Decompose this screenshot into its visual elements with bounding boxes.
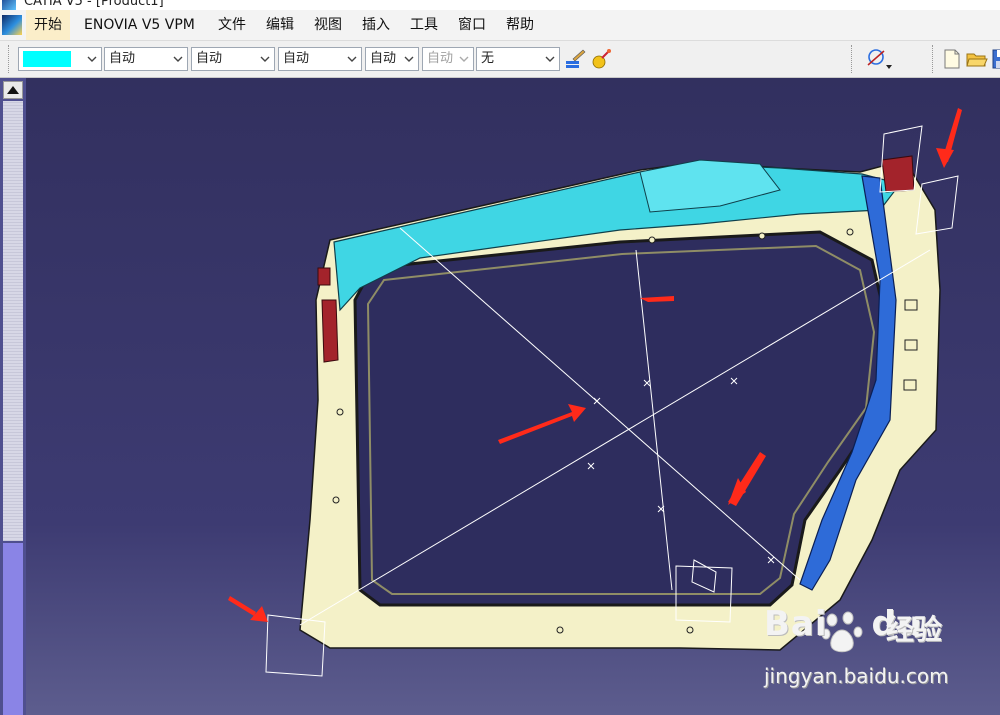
point-type-value: 自动	[370, 51, 397, 66]
menu-window[interactable]: 窗口	[450, 10, 494, 40]
spec-tree-scrollbar[interactable]	[0, 78, 26, 715]
baidu-jingyan-watermark: Bai du 经验 jingyan.baidu.com	[734, 600, 994, 700]
transparency-value: 自动	[109, 51, 136, 66]
menu-tools[interactable]: 工具	[402, 10, 446, 40]
fill-color-swatch	[23, 51, 71, 67]
part-red-top	[881, 155, 915, 193]
chevron-down-icon	[347, 56, 357, 62]
chevron-down-icon	[87, 56, 97, 62]
toolbar-grip[interactable]	[932, 45, 936, 73]
transparency-combo[interactable]: 自动	[104, 47, 188, 71]
chevron-down-icon	[404, 56, 414, 62]
line-weight-combo[interactable]: 自动	[191, 47, 275, 71]
menu-edit[interactable]: 编辑	[258, 10, 302, 40]
point-type-combo[interactable]: 自动	[365, 47, 419, 71]
layer-combo[interactable]: 无	[476, 47, 560, 71]
line-type-value: 自动	[283, 51, 310, 66]
chevron-down-icon	[459, 56, 469, 62]
scroll-up-button[interactable]	[3, 81, 23, 99]
layer-value: 无	[481, 51, 495, 66]
scroll-thumb[interactable]	[3, 543, 23, 715]
menu-insert[interactable]: 插入	[354, 10, 398, 40]
fill-color-combo[interactable]	[18, 47, 102, 71]
toolbar-grip[interactable]	[851, 45, 855, 73]
catia-logo-icon[interactable]	[2, 15, 22, 35]
toolbar-grip[interactable]	[8, 45, 12, 73]
menu-enovia[interactable]: ENOVIA V5 VPM	[76, 10, 203, 40]
watermark-url: jingyan.baidu.com	[764, 664, 949, 688]
graphic-properties-icon[interactable]	[589, 47, 613, 71]
menu-bar: 开始 ENOVIA V5 VPM 文件 编辑 视图 插入 工具 窗口 帮助	[0, 10, 1000, 41]
chevron-down-icon	[545, 56, 555, 62]
line-weight-value: 自动	[196, 51, 223, 66]
part-red-small	[317, 267, 331, 286]
line-type-combo[interactable]: 自动	[278, 47, 362, 71]
rendering-style-value: 自动	[427, 51, 454, 66]
scroll-track[interactable]	[3, 101, 23, 541]
measure-icon[interactable]	[864, 47, 894, 71]
chevron-up-icon	[7, 86, 19, 94]
menu-start[interactable]: 开始	[26, 10, 70, 40]
chevron-down-icon	[260, 56, 270, 62]
open-folder-icon[interactable]	[965, 47, 989, 71]
save-icon[interactable]	[990, 47, 1000, 71]
painter-brush-icon[interactable]	[563, 47, 587, 71]
rendering-style-combo: 自动	[422, 47, 474, 71]
new-file-icon[interactable]	[940, 47, 964, 71]
window-title: CATIA V5 - [Product1]	[24, 0, 164, 9]
menu-file[interactable]: 文件	[210, 10, 254, 40]
graphic-properties-toolbar: 自动 自动 自动 自动 自动 无	[0, 41, 1000, 78]
menu-help[interactable]: 帮助	[498, 10, 542, 40]
chevron-down-icon	[173, 56, 183, 62]
menu-view[interactable]: 视图	[306, 10, 350, 40]
watermark-jingyan: 经验	[886, 613, 943, 646]
title-bar: CATIA V5 - [Product1]	[0, 0, 1000, 10]
part-red-left	[321, 299, 339, 363]
catia-app-icon	[2, 0, 16, 10]
